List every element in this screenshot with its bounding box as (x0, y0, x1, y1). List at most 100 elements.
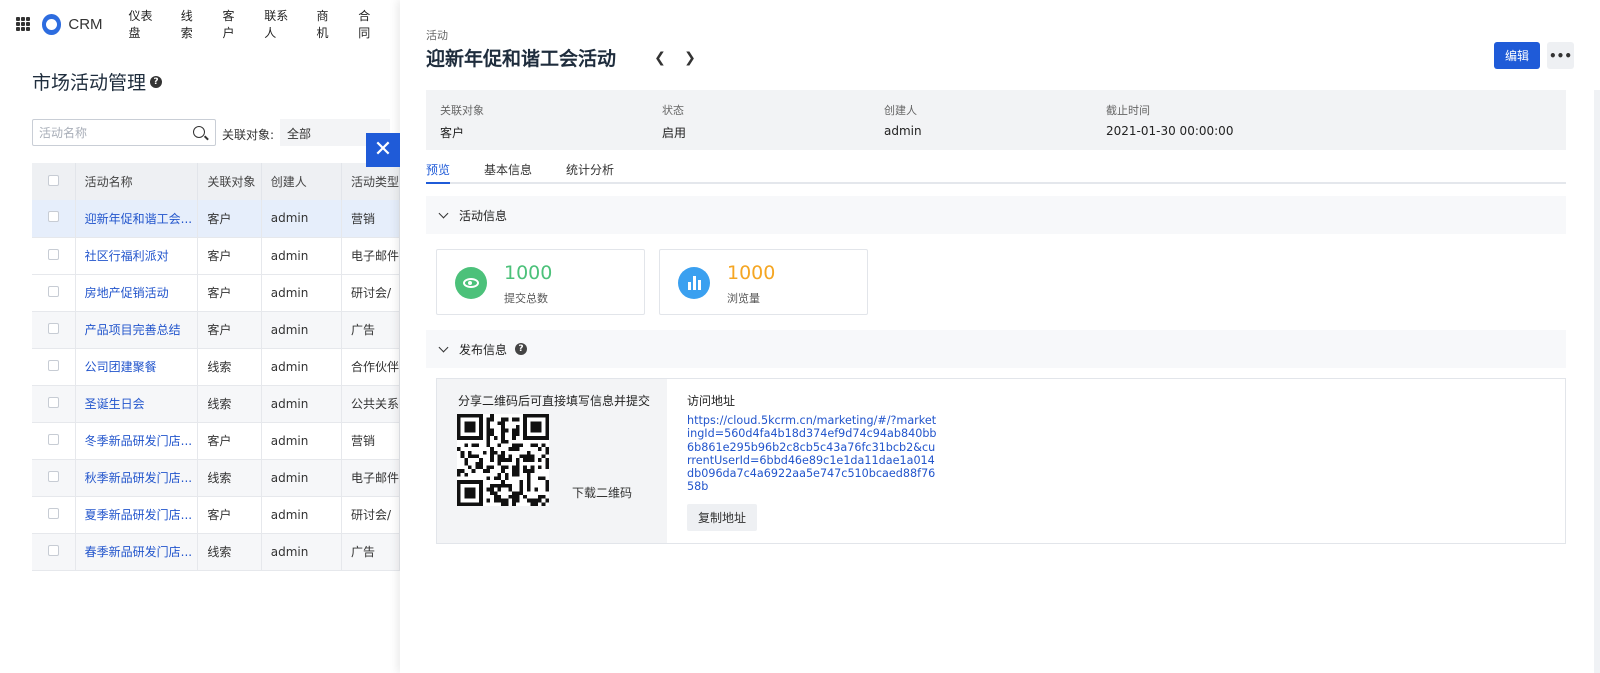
activity-name-link[interactable]: 秋季新品研发门店... (75, 459, 199, 497)
more-dots-icon: ••• (1548, 48, 1572, 63)
column-header-name[interactable]: 活动名称 (75, 163, 199, 200)
table-row[interactable]: 房地产促销活动 客户 admin 研讨会/ (32, 274, 401, 312)
related-object-cell: 线索 (197, 533, 262, 571)
views-label: 浏览量 (727, 292, 760, 305)
column-header-creator[interactable]: 创建人 (261, 163, 342, 200)
url-title: 访问地址 (687, 394, 736, 408)
activity-name-link[interactable]: 社区行福利派对 (75, 237, 199, 275)
row-checkbox[interactable] (48, 322, 59, 334)
summary-label: 创建人 (884, 104, 917, 117)
table-row[interactable]: 夏季新品研发门店... 客户 admin 研讨会/ (32, 496, 401, 534)
activity-name-link[interactable]: 产品项目完善总结 (75, 311, 199, 349)
search-icon[interactable] (193, 126, 205, 138)
help-icon[interactable]: ? (150, 75, 163, 88)
creator-cell: admin (261, 385, 342, 423)
table-row[interactable]: 公司团建聚餐 线索 admin 合作伙伴 (32, 348, 401, 386)
summary-bar: 关联对象 客户 状态 启用 创建人 admin 截止时间 2021-01-30 … (426, 90, 1566, 150)
nav-item-dashboard[interactable]: 仪表盘 (129, 7, 160, 41)
row-checkbox[interactable] (48, 211, 59, 223)
chevron-down-icon (438, 208, 449, 218)
copy-url-button[interactable]: 复制地址 (687, 504, 757, 531)
top-navigation: CRM 仪表盘 线索 客户 联系人 商机 合同 (0, 0, 400, 48)
activity-info-section-header[interactable]: 活动信息 (426, 196, 1566, 234)
nav-item-customers[interactable]: 客户 (223, 7, 244, 41)
nav-item-contacts[interactable]: 联系人 (264, 7, 295, 41)
table-row[interactable]: 社区行福利派对 客户 admin 电子邮件 (32, 237, 401, 275)
main-nav: 仪表盘 线索 客户 联系人 商机 合同 (129, 7, 400, 41)
column-header-object[interactable]: 关联对象 (197, 163, 262, 200)
chevron-down-icon (438, 342, 449, 352)
related-object-cell: 客户 (197, 311, 262, 349)
row-checkbox[interactable] (48, 396, 59, 408)
row-checkbox[interactable] (48, 285, 59, 297)
page-title-row: 市场活动管理 ? (32, 68, 163, 95)
drawer-scrollbar[interactable] (1594, 90, 1600, 673)
chevron-right-icon[interactable]: ❯ (682, 50, 698, 66)
column-header-type[interactable]: 活动类型 (341, 163, 401, 200)
related-object-cell: 线索 (197, 459, 262, 497)
nav-item-leads[interactable]: 线索 (181, 7, 202, 41)
table-row[interactable]: 冬季新品研发门店... 客户 admin 营销 (32, 422, 401, 460)
activity-name-link[interactable]: 公司团建聚餐 (75, 348, 199, 386)
close-drawer-button[interactable]: ✕ (366, 133, 400, 167)
drawer-breadcrumb: 活动 (426, 29, 448, 42)
summary-label: 截止时间 (1106, 104, 1150, 117)
submissions-stat-card: 1000 提交总数 (436, 249, 645, 315)
nav-item-contracts[interactable]: 合同 (358, 7, 379, 41)
activity-type-cell: 研讨会/ (341, 496, 401, 534)
publish-info-section-header[interactable]: 发布信息 ? (426, 330, 1566, 368)
row-checkbox[interactable] (48, 470, 59, 482)
tab-statistics[interactable]: 统计分析 (566, 153, 614, 184)
activity-name-link[interactable]: 圣诞生日会 (75, 385, 199, 423)
eye-icon (455, 267, 487, 299)
activity-search-input[interactable] (33, 120, 178, 145)
related-object-cell: 线索 (197, 385, 262, 423)
related-object-cell: 线索 (197, 348, 262, 386)
filter-label: 关联对象: (222, 128, 275, 142)
row-checkbox[interactable] (48, 433, 59, 445)
table-row[interactable]: 秋季新品研发门店... 线索 admin 电子邮件 (32, 459, 401, 497)
apps-grid-icon[interactable] (16, 17, 30, 31)
activity-type-cell: 电子邮件 (341, 237, 401, 275)
edit-button[interactable]: 编辑 (1494, 42, 1540, 69)
row-checkbox[interactable] (48, 507, 59, 519)
activity-type-cell: 电子邮件 (341, 459, 401, 497)
creator-cell: admin (261, 422, 342, 460)
more-options-button[interactable]: ••• (1547, 42, 1574, 69)
activity-name-link[interactable]: 冬季新品研发门店... (75, 422, 199, 460)
summary-deadline: 截止时间 2021-01-30 00:00:00 (1092, 90, 1314, 150)
table-row[interactable]: 产品项目完善总结 客户 admin 广告 (32, 311, 401, 349)
summary-label: 状态 (662, 104, 684, 117)
creator-cell: admin (261, 200, 342, 238)
table-row[interactable]: 圣诞生日会 线索 admin 公共关系 (32, 385, 401, 423)
activity-type-cell: 公共关系 (341, 385, 401, 423)
activity-type-cell: 营销 (341, 200, 401, 238)
views-count: 1000 (727, 262, 776, 284)
tab-preview[interactable]: 预览 (426, 153, 451, 184)
activity-name-link[interactable]: 迎新年促和谐工会... (75, 200, 199, 238)
drawer-title: 迎新年促和谐工会活动 (426, 48, 617, 70)
bar-chart-icon (678, 267, 710, 299)
help-icon[interactable]: ? (515, 343, 528, 355)
activity-type-cell: 广告 (341, 533, 401, 571)
activity-detail-drawer: 活动 迎新年促和谐工会活动 ❮ ❯ 编辑 ••• 关联对象 客户 状态 启用 创… (400, 0, 1600, 673)
summary-value: 2021-01-30 00:00:00 (1106, 124, 1234, 138)
creator-cell: admin (261, 237, 342, 275)
access-url-link[interactable]: https://cloud.5kcrm.cn/marketing/#/?mark… (687, 414, 937, 494)
activity-table: 活动名称 关联对象 创建人 活动类型 迎新年促和谐工会... 客户 admin … (32, 163, 401, 571)
tab-basic-info[interactable]: 基本信息 (484, 153, 532, 184)
table-row[interactable]: 春季新品研发门店... 线索 admin 广告 (32, 533, 401, 571)
row-checkbox[interactable] (48, 248, 59, 260)
related-object-cell: 客户 (197, 422, 262, 460)
nav-item-opportunities[interactable]: 商机 (316, 7, 337, 41)
select-all-checkbox[interactable] (48, 174, 59, 186)
summary-value: 启用 (662, 126, 687, 140)
download-qr-link[interactable]: 下载二维码 (572, 484, 632, 501)
table-row[interactable]: 迎新年促和谐工会... 客户 admin 营销 (32, 200, 401, 238)
activity-name-link[interactable]: 春季新品研发门店... (75, 533, 199, 571)
activity-name-link[interactable]: 夏季新品研发门店... (75, 496, 199, 534)
chevron-left-icon[interactable]: ❮ (652, 50, 668, 66)
activity-name-link[interactable]: 房地产促销活动 (75, 274, 199, 312)
row-checkbox[interactable] (48, 359, 59, 371)
row-checkbox[interactable] (48, 544, 59, 556)
